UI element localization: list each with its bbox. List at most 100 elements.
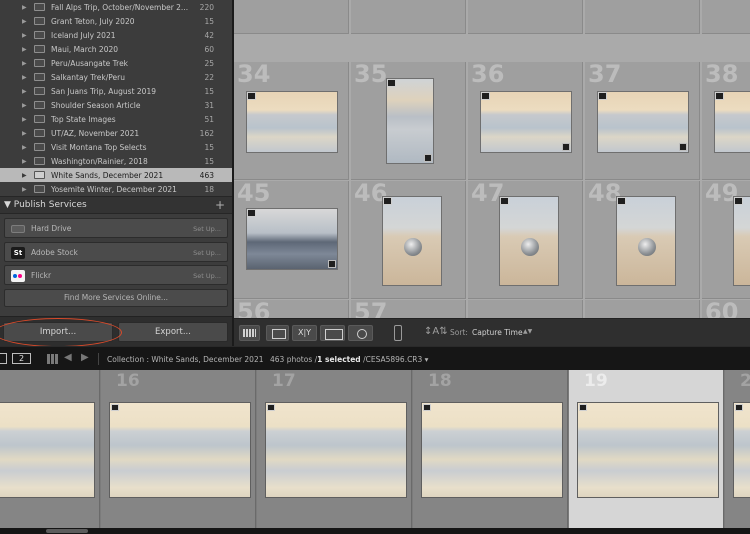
photo-thumbnail[interactable] — [714, 91, 750, 153]
collection-item[interactable]: ▶ Maui, March 2020 60 — [0, 42, 232, 56]
edited-badge-icon[interactable] — [328, 260, 336, 268]
disclosure-triangle-icon[interactable]: ▶ — [22, 158, 27, 165]
edited-badge-icon[interactable] — [679, 143, 687, 151]
filmstrip-cell[interactable]: 18 — [413, 370, 568, 528]
collection-item[interactable]: ▶ Peru/Ausangate Trek 25 — [0, 56, 232, 70]
filmstrip-thumbnail[interactable] — [577, 402, 719, 498]
publish-service-adobe-stock[interactable]: St Adobe Stock Set Up... — [4, 242, 228, 262]
grid-cell[interactable] — [468, 0, 583, 34]
compare-view-button[interactable]: X|Y — [292, 325, 317, 341]
collection-badge-icon[interactable] — [247, 209, 256, 217]
disclosure-triangle-icon[interactable]: ▶ — [22, 32, 27, 39]
photo-thumbnail[interactable] — [246, 91, 338, 153]
disclosure-triangle-icon[interactable]: ▶ — [22, 116, 27, 123]
grid-cell[interactable] — [351, 0, 466, 34]
collection-item[interactable]: ▶ Salkantay Trek/Peru 22 — [0, 70, 232, 84]
collection-item[interactable]: ▶ Top State Images 51 — [0, 112, 232, 126]
grid-cell[interactable]: 48 — [585, 181, 700, 299]
grid-cell[interactable] — [234, 0, 349, 34]
primary-window-icon[interactable] — [0, 353, 7, 364]
filmstrip-scrollbar[interactable] — [0, 528, 750, 534]
filmstrip-cell[interactable]: 16 — [101, 370, 256, 528]
disclosure-triangle-icon[interactable]: ▶ — [22, 102, 27, 109]
filmstrip-thumbnail[interactable] — [421, 402, 563, 498]
sort-select[interactable]: Capture Time — [472, 328, 523, 337]
grid-cell[interactable]: 37 — [585, 62, 700, 180]
collection-badge-icon[interactable] — [111, 404, 119, 411]
filmstrip-thumbnail[interactable] — [0, 402, 95, 498]
disclosure-triangle-icon[interactable]: ▶ — [22, 74, 27, 81]
collection-badge-icon[interactable] — [715, 92, 724, 100]
filmstrip-scroll-thumb[interactable] — [46, 529, 88, 533]
disclosure-triangle-icon[interactable]: ▶ — [22, 88, 27, 95]
photo-thumbnail[interactable] — [480, 91, 572, 153]
filmstrip-thumbnail[interactable] — [109, 402, 251, 498]
collection-badge-icon[interactable] — [500, 197, 509, 205]
filmstrip-cell[interactable]: 17 — [257, 370, 412, 528]
collection-item[interactable]: ▶ Yosemite Winter, December 2021 18 — [0, 182, 232, 195]
collection-item[interactable]: ▶ Visit Montana Top Selects 15 — [0, 140, 232, 154]
grid-cell[interactable]: 49 — [702, 181, 750, 299]
grid-cell[interactable]: 57 — [351, 300, 466, 318]
collection-badge-icon[interactable] — [383, 197, 392, 205]
filmstrip-cell[interactable]: 19 — [569, 370, 724, 528]
collection-badge-icon[interactable] — [579, 404, 587, 411]
disclosure-triangle-icon[interactable]: ▶ — [22, 60, 27, 67]
secondary-window-button[interactable]: 2 — [12, 353, 31, 364]
photo-thumbnail[interactable] — [246, 208, 338, 270]
photo-thumbnail[interactable] — [597, 91, 689, 153]
collection-item[interactable]: ▶ White Sands, December 2021 463 — [0, 168, 232, 182]
grid-cell[interactable] — [585, 300, 700, 318]
grid-cell[interactable]: 47 — [468, 181, 583, 299]
disclosure-triangle-icon[interactable]: ▶ — [22, 18, 27, 25]
sort-chevron-icon[interactable]: ▲▼ — [523, 328, 532, 335]
grid-cell[interactable]: 35 — [351, 62, 466, 180]
filmstrip-thumbnail[interactable] — [733, 402, 750, 498]
filmstrip-cell[interactable] — [0, 370, 100, 528]
collection-item[interactable]: ▶ Shoulder Season Article 31 — [0, 98, 232, 112]
add-publish-service-icon[interactable]: + — [215, 198, 225, 212]
collection-item[interactable]: ▶ UT/AZ, November 2021 162 — [0, 126, 232, 140]
sort-direction-icon[interactable]: ↕A⇅ — [424, 326, 448, 337]
grid-icon[interactable] — [47, 354, 58, 364]
publish-service-hard-drive[interactable]: Hard Drive Set Up... — [4, 218, 228, 238]
disclosure-triangle-icon[interactable]: ▶ — [22, 46, 27, 53]
collection-item[interactable]: ▶ Grant Teton, July 2020 15 — [0, 14, 232, 28]
photo-thumbnail[interactable] — [386, 78, 434, 164]
grid-cell[interactable] — [585, 0, 700, 34]
photo-thumbnail[interactable] — [733, 196, 750, 286]
collection-badge-icon[interactable] — [598, 92, 607, 100]
collection-badge-icon[interactable] — [247, 92, 256, 100]
disclosure-triangle-icon[interactable]: ▶ — [22, 172, 27, 179]
back-arrow-icon[interactable]: ◀ — [64, 352, 72, 363]
setup-link[interactable]: Set Up... — [193, 225, 221, 233]
edited-badge-icon[interactable] — [562, 143, 570, 151]
collection-item[interactable]: ▶ Iceland July 2021 42 — [0, 28, 232, 42]
publish-service-flickr[interactable]: Flickr Set Up... — [4, 265, 228, 285]
filename-dropdown[interactable]: /CESA5896.CR3 ▾ — [361, 355, 428, 364]
filmstrip-cell[interactable]: 2 — [725, 370, 750, 528]
source-breadcrumb[interactable]: Collection : White Sands, December 2021 — [107, 355, 264, 364]
collection-item[interactable]: ▶ San Juans Trip, August 2019 15 — [0, 84, 232, 98]
disclosure-triangle-icon[interactable]: ▶ — [22, 130, 27, 137]
disclosure-triangle-icon[interactable]: ▶ — [22, 4, 27, 11]
collection-badge-icon[interactable] — [423, 404, 431, 411]
setup-link[interactable]: Set Up... — [193, 249, 221, 257]
disclosure-triangle-icon[interactable]: ▶ — [22, 186, 27, 193]
people-view-button[interactable] — [348, 325, 373, 341]
photo-thumbnail[interactable] — [382, 196, 442, 286]
collection-badge-icon[interactable] — [481, 92, 490, 100]
find-more-services-button[interactable]: Find More Services Online... — [4, 289, 228, 307]
collection-badge-icon[interactable] — [734, 197, 743, 205]
setup-link[interactable]: Set Up... — [193, 272, 221, 280]
survey-view-button[interactable] — [320, 325, 345, 341]
collection-badge-icon[interactable] — [387, 79, 396, 87]
photo-thumbnail[interactable] — [616, 196, 676, 286]
filmstrip-thumbnail[interactable] — [265, 402, 407, 498]
grid-cell[interactable] — [468, 300, 583, 318]
photo-thumbnail[interactable] — [499, 196, 559, 286]
loupe-view-button[interactable] — [266, 325, 289, 341]
forward-arrow-icon[interactable]: ▶ — [81, 352, 89, 363]
grid-cell[interactable]: 60 — [702, 300, 750, 318]
collection-item[interactable]: ▶ Fall Alps Trip, October/November 2... 22… — [0, 0, 232, 14]
